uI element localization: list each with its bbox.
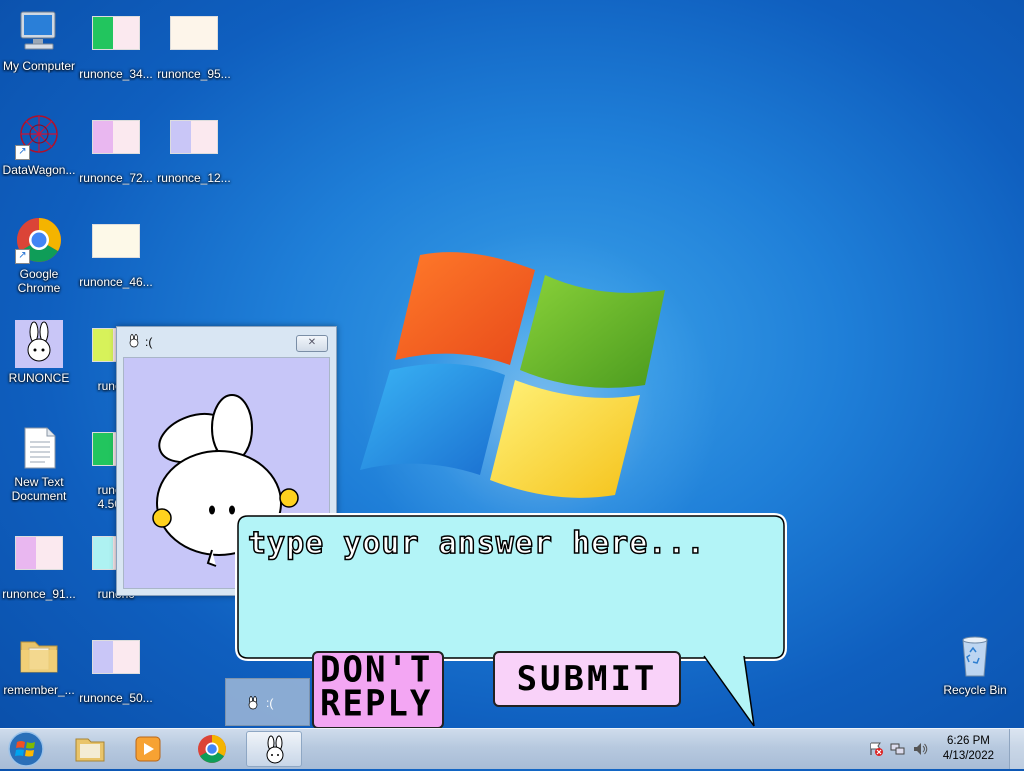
window-titlebar[interactable]: :( ✕ bbox=[117, 327, 336, 355]
image-thumbnail-icon bbox=[92, 640, 140, 688]
taskbar-chrome-button[interactable] bbox=[184, 731, 240, 767]
taskbar: 6:26 PM 4/13/2022 bbox=[0, 728, 1024, 769]
thumbnail bbox=[92, 120, 140, 154]
desktop-icon-new-text-document[interactable]: New Text Document bbox=[0, 424, 78, 503]
desktop-icon-runonce-95[interactable]: runonce_95... bbox=[155, 8, 233, 81]
desktop-icon-remember[interactable]: remember_... bbox=[0, 632, 78, 697]
thumbnail bbox=[15, 536, 63, 570]
answer-input[interactable]: type your answer here... bbox=[247, 525, 705, 562]
icon-label: New Text Document bbox=[11, 475, 67, 503]
window-title: :( bbox=[145, 335, 153, 349]
media-player-icon bbox=[135, 736, 161, 762]
bunny-icon bbox=[15, 320, 63, 368]
show-desktop-button[interactable] bbox=[1009, 729, 1024, 769]
thumbnail bbox=[170, 16, 218, 50]
image-thumbnail-icon bbox=[170, 120, 218, 168]
icon-label: My Computer bbox=[2, 59, 76, 73]
thumbnail bbox=[170, 120, 218, 154]
image-thumbnail-icon bbox=[92, 224, 140, 272]
action-center-flag-icon[interactable] bbox=[868, 741, 884, 757]
image-thumbnail-icon bbox=[15, 536, 63, 584]
desktop-icon-runonce-34[interactable]: runonce_34... bbox=[77, 8, 155, 81]
icon-label: RUNONCE bbox=[8, 371, 70, 385]
icon-label: runonce_12... bbox=[157, 171, 231, 185]
bunny-icon bbox=[129, 334, 139, 348]
icon-label: Google Chrome bbox=[17, 267, 61, 295]
bunny-icon bbox=[266, 735, 284, 764]
taskbar-media-player-button[interactable] bbox=[120, 731, 176, 767]
datawagon-icon: ↗ bbox=[15, 112, 63, 160]
bunny-icon bbox=[248, 696, 258, 710]
submit-button[interactable]: SUBMIT bbox=[493, 651, 681, 707]
desktop-icon-google-chrome[interactable]: ↗ Google Chrome bbox=[0, 216, 78, 295]
icon-label: runonce_72... bbox=[79, 171, 153, 185]
recycle-bin-icon bbox=[951, 632, 999, 680]
icon-label: runonce_95... bbox=[157, 67, 231, 81]
desktop-icon-datawagon[interactable]: ↗ DataWagon... bbox=[0, 112, 78, 177]
clock-time: 6:26 PM bbox=[947, 735, 990, 747]
desktop: My Computer ↗ DataWagon... ↗ Google Chro… bbox=[0, 0, 1024, 729]
folder-icon bbox=[75, 738, 105, 762]
icon-label: runonce_91... bbox=[2, 587, 76, 601]
desktop-icon-runonce-12[interactable]: runonce_12... bbox=[155, 112, 233, 185]
network-icon[interactable] bbox=[890, 741, 906, 757]
icon-label: Recycle Bin bbox=[943, 683, 1007, 697]
taskbar-clock[interactable]: 6:26 PM 4/13/2022 bbox=[943, 734, 994, 764]
icon-label: runonce_34... bbox=[79, 67, 153, 81]
icon-label: DataWagon... bbox=[2, 163, 76, 177]
start-button[interactable] bbox=[6, 730, 46, 768]
thumbnail bbox=[92, 640, 140, 674]
volume-icon[interactable] bbox=[912, 741, 928, 757]
text-document-icon bbox=[15, 424, 63, 472]
desktop-icon-runonce[interactable]: RUNONCE bbox=[0, 320, 78, 385]
thumbnail bbox=[92, 16, 140, 50]
clock-date: 4/13/2022 bbox=[942, 750, 994, 762]
desktop-icon-runonce-91[interactable]: runonce_91... bbox=[0, 528, 78, 601]
dont-reply-line2: REPLY bbox=[320, 683, 433, 725]
image-thumbnail-icon bbox=[170, 16, 218, 64]
chrome-icon bbox=[198, 735, 226, 763]
icon-label: runonce_46... bbox=[79, 275, 153, 289]
shortcut-arrow-icon: ↗ bbox=[15, 145, 30, 160]
taskbar-runonce-button[interactable] bbox=[246, 731, 302, 767]
folder-icon bbox=[15, 632, 63, 680]
windows-logo bbox=[360, 252, 665, 498]
minimized-window-tab[interactable]: :( bbox=[225, 678, 310, 726]
computer-icon bbox=[15, 8, 63, 56]
dont-reply-button[interactable]: DON'T REPLY bbox=[312, 651, 444, 729]
submit-label: SUBMIT bbox=[516, 659, 658, 699]
desktop-icon-runonce-72[interactable]: runonce_72... bbox=[77, 112, 155, 185]
icon-label: remember_... bbox=[3, 683, 75, 697]
taskbar-explorer-button[interactable] bbox=[62, 731, 118, 767]
image-thumbnail-icon bbox=[92, 16, 140, 64]
minimized-window-title: :( bbox=[266, 696, 274, 710]
desktop-icon-my-computer[interactable]: My Computer bbox=[0, 8, 78, 73]
system-tray: 6:26 PM 4/13/2022 bbox=[854, 729, 1024, 769]
shortcut-arrow-icon: ↗ bbox=[15, 249, 30, 264]
close-button[interactable]: ✕ bbox=[296, 335, 328, 352]
icon-label: runonce_50... bbox=[79, 691, 153, 705]
image-thumbnail-icon bbox=[92, 120, 140, 168]
desktop-icon-runonce-46[interactable]: runonce_46... bbox=[77, 216, 155, 289]
desktop-icon-recycle-bin[interactable]: Recycle Bin bbox=[936, 632, 1014, 697]
desktop-icon-runonce-50[interactable]: runonce_50... bbox=[77, 632, 155, 705]
thumbnail bbox=[92, 224, 140, 258]
chrome-icon: ↗ bbox=[15, 216, 63, 264]
close-icon: ✕ bbox=[307, 337, 317, 348]
